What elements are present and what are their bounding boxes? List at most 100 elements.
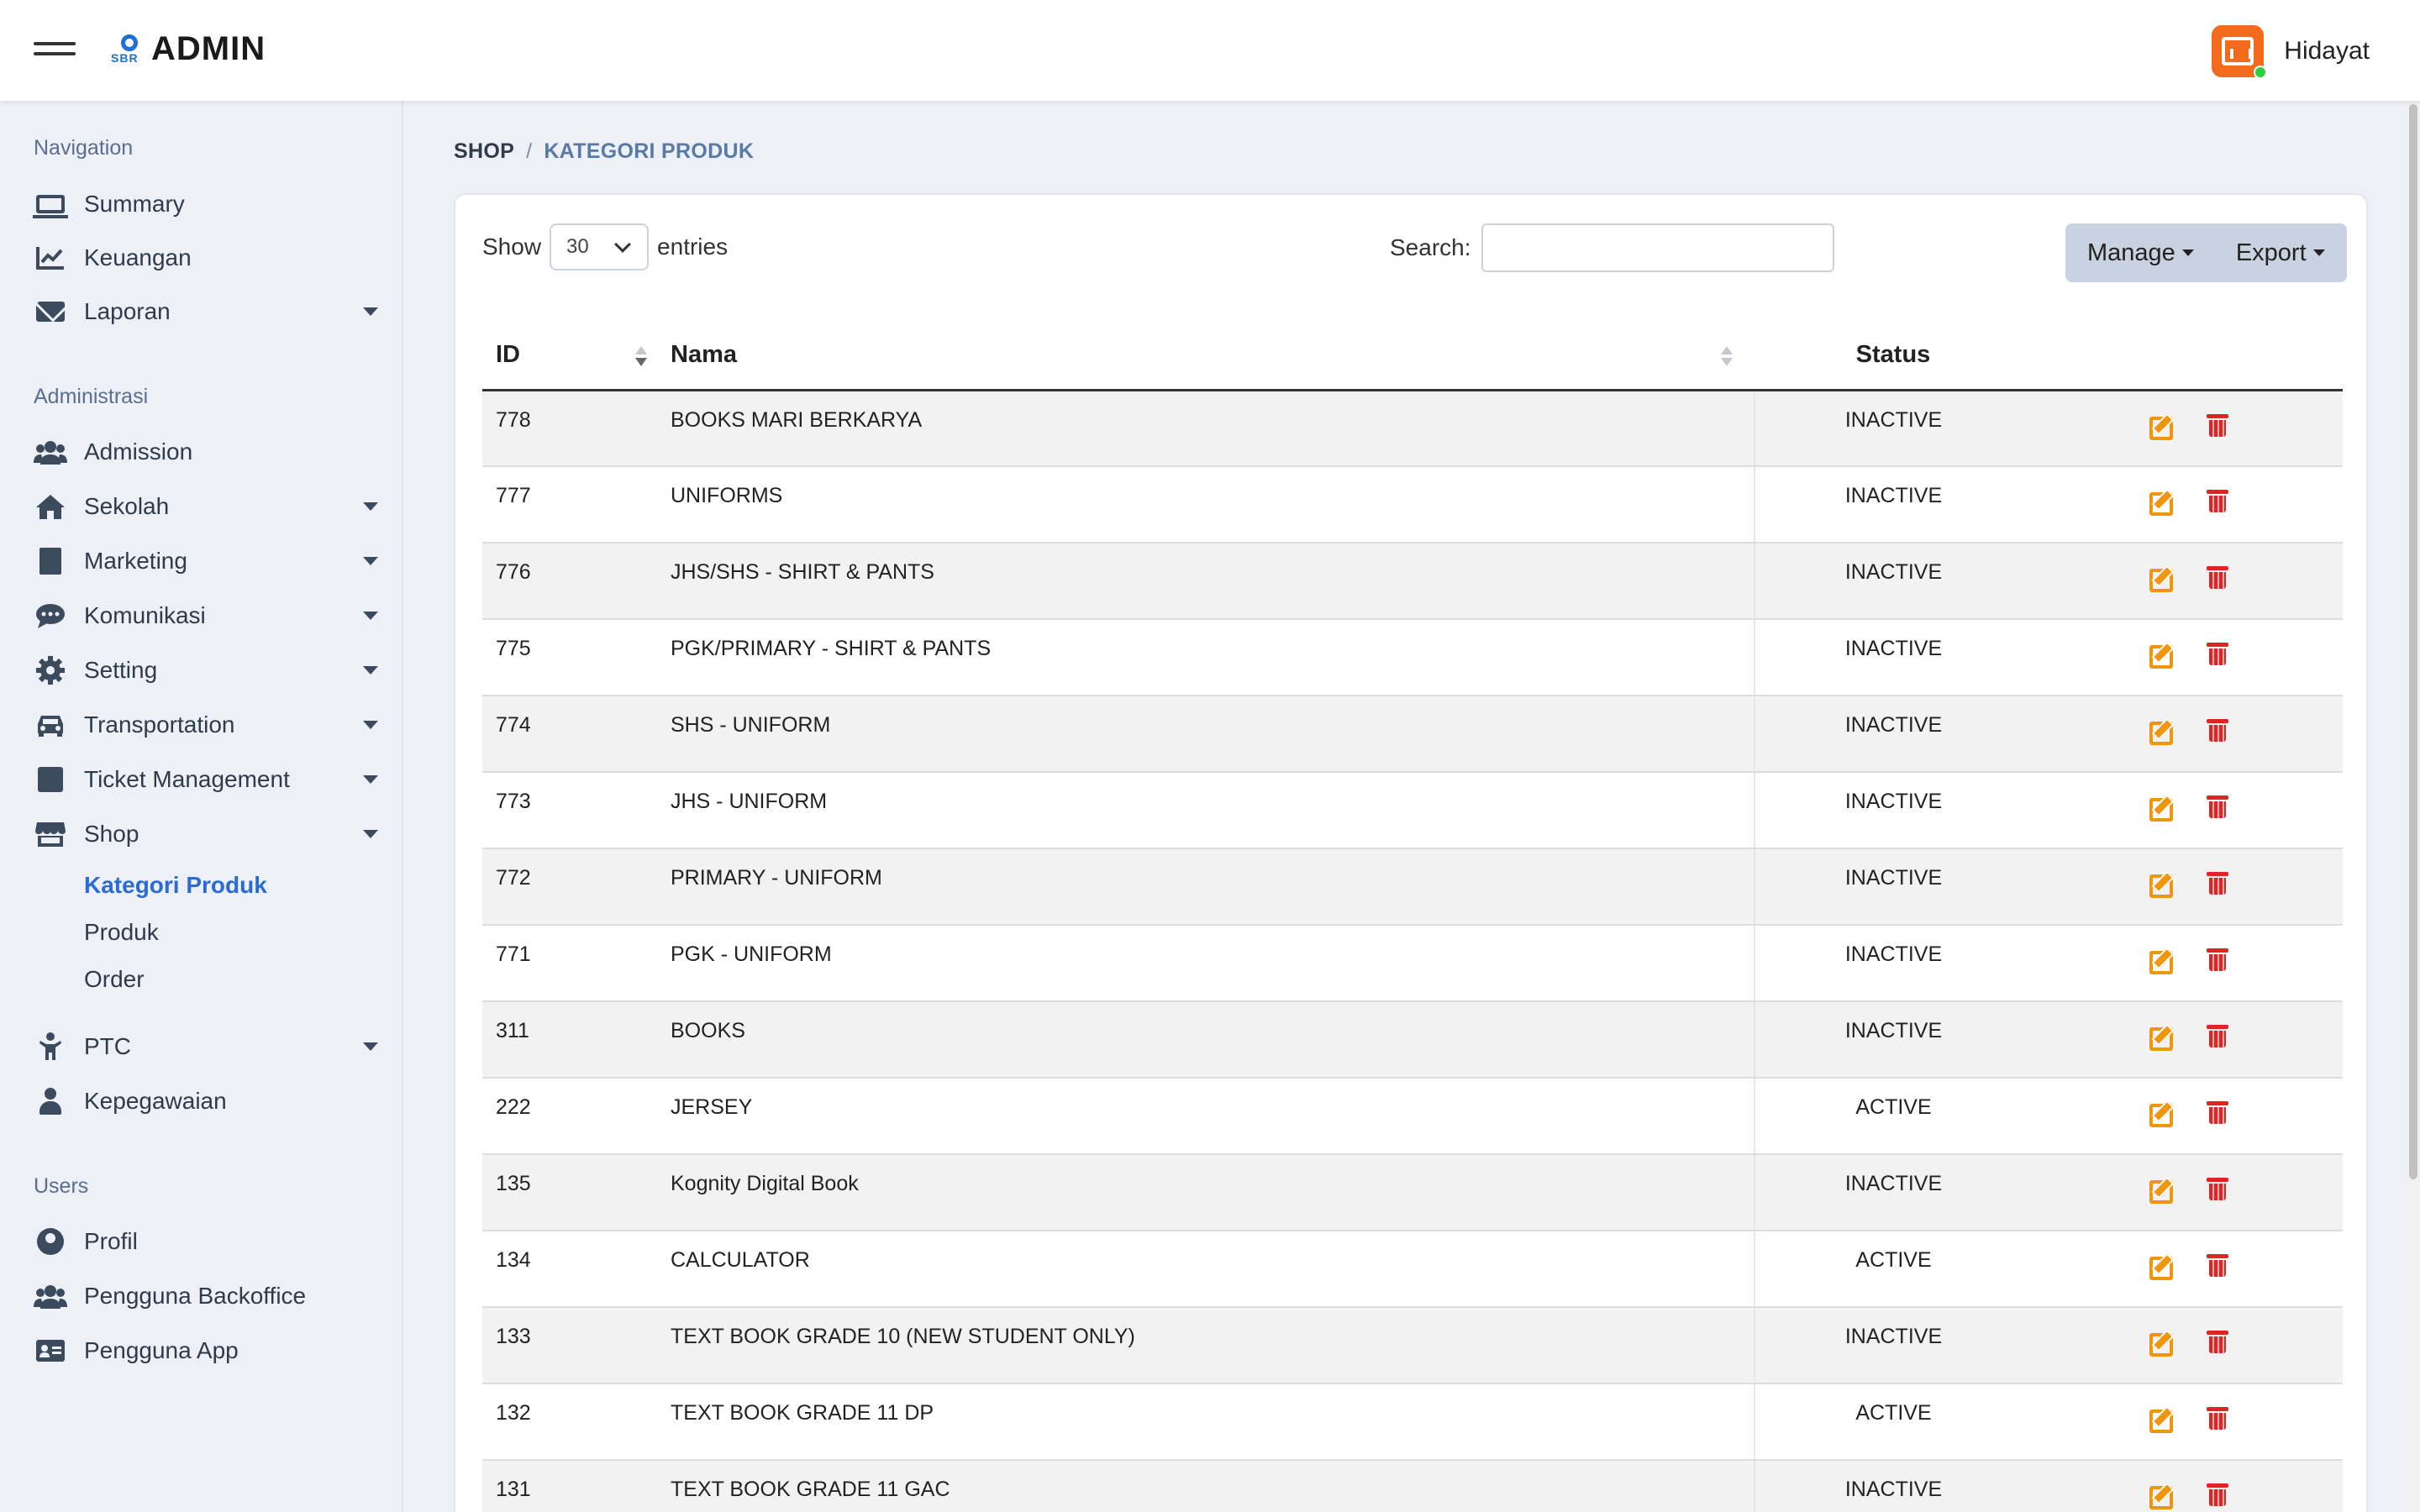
manage-dropdown-button[interactable]: Manage xyxy=(2087,239,2194,267)
sidebar-item-keuangan[interactable]: Keuangan xyxy=(34,237,378,279)
id-card-icon xyxy=(34,1334,67,1368)
trash-icon[interactable] xyxy=(2207,869,2228,895)
table-row: 131 TEXT BOOK GRADE 11 GAC INACTIVE xyxy=(482,1460,2343,1512)
edit-icon[interactable] xyxy=(2148,1328,2173,1357)
edit-icon[interactable] xyxy=(2148,1252,2173,1280)
page-scrollbar[interactable] xyxy=(2407,101,2420,1512)
search-input[interactable] xyxy=(1481,223,1834,272)
cell-status: INACTIVE xyxy=(1754,390,2032,467)
trash-icon[interactable] xyxy=(2207,1175,2228,1200)
cell-actions xyxy=(2032,619,2343,696)
sidebar-subitem-kategori-produk[interactable]: Kategori Produk xyxy=(84,872,267,899)
column-header-nama[interactable]: Nama xyxy=(671,321,1754,391)
table-row: 775 PGK/PRIMARY - SHIRT & PANTS INACTIVE xyxy=(482,619,2343,696)
user-menu[interactable]: Hidayat xyxy=(2212,25,2370,79)
edit-icon[interactable] xyxy=(2148,640,2173,669)
table-row: 134 CALCULATOR ACTIVE xyxy=(482,1231,2343,1308)
hamburger-menu-icon[interactable] xyxy=(34,42,76,59)
edit-icon[interactable] xyxy=(2148,1481,2173,1509)
sidebar-item-komunikasi[interactable]: Komunikasi xyxy=(34,595,378,637)
sidebar-item-ptc[interactable]: PTC xyxy=(34,1026,378,1068)
export-dropdown-button[interactable]: Export xyxy=(2236,239,2325,267)
cell-actions xyxy=(2032,390,2343,467)
logo-mark: SBR xyxy=(111,33,148,66)
cell-id: 311 xyxy=(482,1001,671,1079)
edit-icon[interactable] xyxy=(2148,1404,2173,1433)
entries-select[interactable]: 30 xyxy=(550,223,650,270)
sidebar-item-profil[interactable]: Profil xyxy=(34,1221,378,1263)
logo[interactable]: SBR ADMIN xyxy=(111,30,266,68)
trash-icon[interactable] xyxy=(2207,1252,2228,1277)
breadcrumb: SHOP / KATEGORI PRODUK xyxy=(454,139,754,164)
sidebar-item-laporan[interactable]: Laporan xyxy=(34,291,378,333)
table-row: 778 BOOKS MARI BERKARYA INACTIVE xyxy=(482,390,2343,467)
sidebar-heading-administrasi: Administrasi xyxy=(34,385,149,408)
trash-icon[interactable] xyxy=(2207,717,2228,742)
edit-icon[interactable] xyxy=(2148,717,2173,745)
sidebar-item-setting[interactable]: Setting xyxy=(34,649,378,691)
table-row: 776 JHS/SHS - SHIRT & PANTS INACTIVE xyxy=(482,543,2343,620)
entries-length-control: Show 30 entries xyxy=(482,223,728,270)
cell-status: INACTIVE xyxy=(1754,772,2032,849)
trash-icon[interactable] xyxy=(2207,793,2228,818)
sidebar-subitem-produk[interactable]: Produk xyxy=(84,919,159,946)
edit-icon[interactable] xyxy=(2148,946,2173,974)
cell-nama: TEXT BOOK GRADE 10 (NEW STUDENT ONLY) xyxy=(671,1307,1754,1384)
sidebar-item-ticket-management[interactable]: Ticket Management xyxy=(34,759,378,801)
edit-icon[interactable] xyxy=(2148,564,2173,592)
cell-status: ACTIVE xyxy=(1754,1231,2032,1308)
caret-down-icon xyxy=(363,666,378,675)
trash-icon[interactable] xyxy=(2207,1481,2228,1506)
sidebar-item-transportation[interactable]: Transportation xyxy=(34,704,378,746)
avatar[interactable] xyxy=(2212,25,2268,79)
caret-down-icon xyxy=(363,307,378,316)
envelope-icon xyxy=(34,295,67,328)
caret-down-icon xyxy=(363,830,378,838)
edit-icon[interactable] xyxy=(2148,487,2173,516)
trash-icon[interactable] xyxy=(2207,487,2228,512)
table-row: 777 UNIFORMS INACTIVE xyxy=(482,466,2343,543)
sidebar-item-sekolah[interactable]: Sekolah xyxy=(34,486,378,528)
sidebar-heading-navigation: Navigation xyxy=(34,136,134,160)
trash-icon[interactable] xyxy=(2207,564,2228,589)
user-name[interactable]: Hidayat xyxy=(2284,37,2370,66)
cell-actions xyxy=(2032,772,2343,849)
breadcrumb-root[interactable]: SHOP xyxy=(454,139,514,163)
trash-icon[interactable] xyxy=(2207,1328,2228,1353)
scrollbar-thumb[interactable] xyxy=(2409,104,2417,1179)
column-header-status[interactable]: Status xyxy=(1754,321,2032,391)
trash-icon[interactable] xyxy=(2207,946,2228,971)
edit-icon[interactable] xyxy=(2148,1175,2173,1204)
calendar-icon xyxy=(34,763,67,796)
sidebar-item-summary[interactable]: Summary xyxy=(33,183,378,225)
edit-icon[interactable] xyxy=(2148,793,2173,822)
caret-down-icon xyxy=(363,721,378,729)
edit-icon[interactable] xyxy=(2148,1022,2173,1051)
trash-icon[interactable] xyxy=(2207,1022,2228,1047)
cell-actions xyxy=(2032,543,2343,620)
cell-status: INACTIVE xyxy=(1754,1460,2032,1512)
sidebar-item-shop[interactable]: Shop xyxy=(34,813,378,855)
sidebar-item-kepegawaian[interactable]: Kepegawaian xyxy=(34,1080,378,1122)
sidebar-item-pengguna-backoffice[interactable]: Pengguna Backoffice xyxy=(34,1275,378,1317)
show-label: Show xyxy=(482,234,542,260)
comment-icon xyxy=(34,599,67,633)
cell-actions xyxy=(2032,1154,2343,1231)
trash-icon[interactable] xyxy=(2207,640,2228,665)
home-icon xyxy=(34,490,67,523)
edit-icon[interactable] xyxy=(2148,869,2173,898)
sidebar-subitem-order[interactable]: Order xyxy=(84,966,145,993)
trash-icon[interactable] xyxy=(2207,412,2228,437)
trash-icon[interactable] xyxy=(2207,1404,2228,1430)
table-row: 135 Kognity Digital Book INACTIVE xyxy=(482,1154,2343,1231)
sort-desc-icon xyxy=(635,346,647,370)
cell-actions xyxy=(2032,1460,2343,1512)
column-header-id[interactable]: ID xyxy=(482,321,671,391)
cell-id: 778 xyxy=(482,390,671,467)
edit-icon[interactable] xyxy=(2148,412,2173,440)
sidebar-item-pengguna-app[interactable]: Pengguna App xyxy=(34,1330,378,1372)
edit-icon[interactable] xyxy=(2148,1099,2173,1127)
sidebar-item-admission[interactable]: Admission xyxy=(34,431,378,473)
sidebar-item-marketing[interactable]: Marketing xyxy=(34,540,378,582)
trash-icon[interactable] xyxy=(2207,1099,2228,1124)
